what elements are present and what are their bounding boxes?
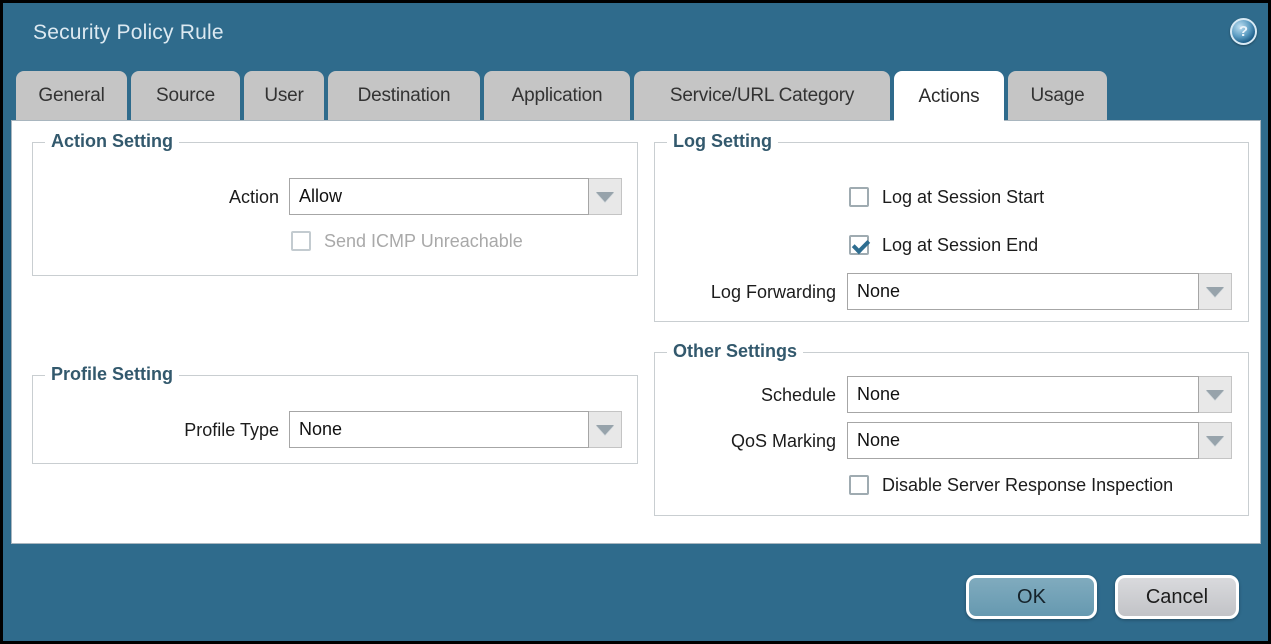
profile-type-dropdown[interactable]: None	[289, 411, 622, 448]
send-icmp-unreachable-label: Send ICMP Unreachable	[324, 231, 523, 252]
help-icon[interactable]: ?	[1230, 18, 1257, 45]
log-forwarding-label: Log Forwarding	[636, 282, 836, 303]
log-session-start-checkbox[interactable]	[849, 187, 869, 207]
profile-setting-legend: Profile Setting	[45, 364, 179, 385]
tab-service-url-category[interactable]: Service/URL Category	[634, 71, 890, 120]
log-session-end-label: Log at Session End	[882, 235, 1038, 256]
help-glyph: ?	[1239, 23, 1248, 40]
chevron-down-icon	[596, 192, 614, 202]
action-dropdown[interactable]: Allow	[289, 178, 622, 215]
log-setting-legend: Log Setting	[667, 131, 778, 152]
profile-type-label: Profile Type	[109, 420, 279, 441]
qos-marking-dropdown-value[interactable]: None	[847, 422, 1199, 459]
disable-server-response-inspection-label: Disable Server Response Inspection	[882, 475, 1173, 496]
chevron-down-icon	[1206, 436, 1224, 446]
tab-application[interactable]: Application	[484, 71, 630, 120]
action-dropdown-value[interactable]: Allow	[289, 178, 589, 215]
schedule-dropdown-arrow-button[interactable]	[1199, 376, 1232, 413]
other-settings-legend: Other Settings	[667, 341, 803, 362]
qos-marking-dropdown[interactable]: None	[847, 422, 1232, 459]
log-forwarding-dropdown[interactable]: None	[847, 273, 1232, 310]
tab-destination[interactable]: Destination	[328, 71, 480, 120]
tab-actions[interactable]: Actions	[894, 71, 1004, 123]
schedule-label: Schedule	[636, 385, 836, 406]
log-forwarding-dropdown-arrow-button[interactable]	[1199, 273, 1232, 310]
action-dropdown-arrow-button[interactable]	[589, 178, 622, 215]
log-session-start-label: Log at Session Start	[882, 187, 1044, 208]
tab-usage[interactable]: Usage	[1008, 71, 1107, 120]
disable-server-response-inspection-checkbox[interactable]	[849, 475, 869, 495]
tab-user[interactable]: User	[244, 71, 324, 120]
chevron-down-icon	[596, 425, 614, 435]
qos-marking-dropdown-arrow-button[interactable]	[1199, 422, 1232, 459]
action-label: Action	[109, 187, 279, 208]
log-forwarding-dropdown-value[interactable]: None	[847, 273, 1199, 310]
log-session-end-checkbox[interactable]	[849, 235, 869, 255]
chevron-down-icon	[1206, 390, 1224, 400]
schedule-dropdown[interactable]: None	[847, 376, 1232, 413]
ok-button[interactable]: OK	[966, 575, 1097, 619]
send-icmp-unreachable-checkbox	[291, 231, 311, 251]
chevron-down-icon	[1206, 287, 1224, 297]
tab-general[interactable]: General	[16, 71, 127, 120]
cancel-button[interactable]: Cancel	[1115, 575, 1239, 619]
schedule-dropdown-value[interactable]: None	[847, 376, 1199, 413]
dialog-title: Security Policy Rule	[33, 21, 224, 45]
actions-tab-panel: Action Setting Action Allow Send ICMP Un…	[11, 120, 1261, 544]
profile-type-dropdown-arrow-button[interactable]	[589, 411, 622, 448]
tab-source[interactable]: Source	[131, 71, 240, 120]
security-policy-rule-dialog: Security Policy Rule ? General Source Us…	[0, 0, 1271, 644]
qos-marking-label: QoS Marking	[636, 431, 836, 452]
profile-type-dropdown-value[interactable]: None	[289, 411, 589, 448]
tab-bar: General Source User Destination Applicat…	[16, 71, 1107, 120]
action-setting-legend: Action Setting	[45, 131, 179, 152]
